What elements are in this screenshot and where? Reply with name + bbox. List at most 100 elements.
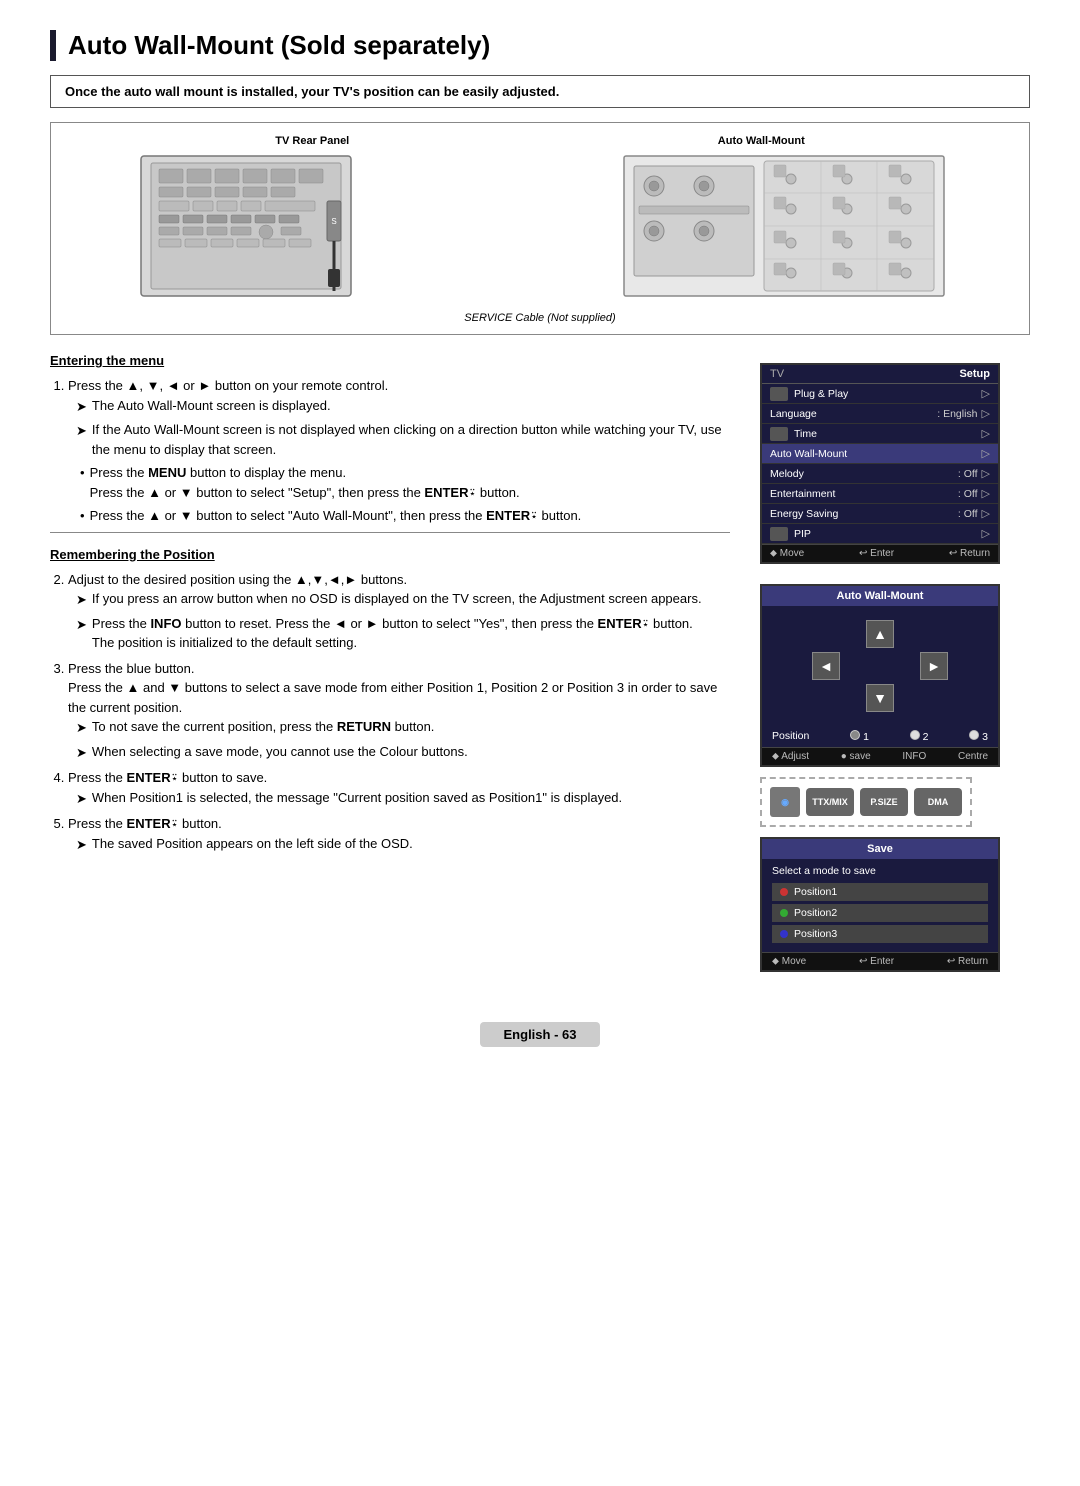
osd-value-language: : English <box>937 408 977 420</box>
arrow-symbol-5: ➤ <box>76 718 87 738</box>
step1-bullets: • Press the MENU button to display the m… <box>76 463 730 526</box>
section1-list: Press the ▲, ▼, ◄ or ► button on your re… <box>50 376 730 526</box>
osd-arrow-melody: ▷ <box>982 467 990 480</box>
main-content: Entering the menu Press the ▲, ▼, ◄ or ►… <box>50 353 1030 972</box>
osd-pos3-dot <box>969 730 979 740</box>
step4: Press the ENTER⍣ button to save. ➤ When … <box>68 768 730 808</box>
auto-wall-mount-illustration <box>619 151 949 306</box>
osd-pos3: 3 <box>969 730 988 743</box>
arrow-symbol-3: ➤ <box>76 590 87 610</box>
step3-arrow2: ➤ When selecting a save mode, you cannot… <box>76 742 730 763</box>
osd-awm-info: INFO <box>902 751 926 762</box>
osd-arrow-down-btn[interactable]: ▼ <box>866 684 894 712</box>
osd-pos1-save-dot <box>780 888 788 896</box>
osd-save-footer: ⬥ Move ↩ Enter ↩ Return <box>762 952 998 970</box>
remote-dma-btn[interactable]: DMA <box>914 788 962 816</box>
step3-arrow1-text: To not save the current position, press … <box>92 717 435 737</box>
osd-label-time: Time <box>794 428 978 440</box>
osd-row-autowallmount: Auto Wall-Mount ▷ <box>762 444 998 464</box>
osd-icon-pip <box>770 527 788 541</box>
step1-arrow1-text: The Auto Wall-Mount screen is displayed. <box>92 396 331 416</box>
osd-row-melody: Melody : Off ▷ <box>762 464 998 484</box>
osd-pos3-save-label: Position3 <box>794 928 837 940</box>
osd-save-option-3: Position3 <box>772 925 988 943</box>
diagram-labels: TV Rear Panel Auto Wall-Mount <box>71 135 1009 147</box>
arrow-symbol-7: ➤ <box>76 789 87 809</box>
page-footer: English - 63 <box>50 1012 1030 1047</box>
osd-label-energysaving: Energy Saving <box>770 508 958 520</box>
osd-awm-save: ● save <box>841 751 871 762</box>
step1-text: Press the ▲, ▼, ◄ or ► button on your re… <box>68 378 388 393</box>
osd-awm-footer: ⬥ Adjust ● save INFO Centre <box>762 747 998 765</box>
osd-arrow-time: ▷ <box>982 427 990 440</box>
osd-save-footer-return: ↩ Return <box>947 956 988 967</box>
osd-up-arrow[interactable]: ▲ <box>866 620 894 648</box>
step2-arrow2: ➤ Press the INFO button to reset. Press … <box>76 614 730 653</box>
step5-arrow1-text: The saved Position appears on the left s… <box>92 834 413 854</box>
osd-setup: TV Setup Plug & Play ▷ Language : Englis… <box>760 363 1000 564</box>
step2-text: Adjust to the desired position using the… <box>68 572 407 587</box>
osd-position-label: Position <box>772 730 809 743</box>
remote-blue-btn[interactable]: ◉ <box>770 787 800 817</box>
remote-ttxmix-btn[interactable]: TTX/MIX <box>806 788 854 816</box>
col-spacer-1 <box>760 564 1030 584</box>
step4-arrow1-text: When Position1 is selected, the message … <box>92 788 622 808</box>
osd-pos2-save-label: Position2 <box>794 907 837 919</box>
diagram-label-left: TV Rear Panel <box>275 135 349 147</box>
step2: Adjust to the desired position using the… <box>68 570 730 653</box>
osd-down-arrow[interactable]: ▼ <box>866 684 894 712</box>
diagram-label-right: Auto Wall-Mount <box>718 135 805 147</box>
osd-awm-positions: Position 1 2 3 <box>762 726 998 747</box>
step2-arrow1-text: If you press an arrow button when no OSD… <box>92 589 702 609</box>
section2-list: Adjust to the desired position using the… <box>50 570 730 855</box>
osd-save-body: Select a mode to save Position1 Position… <box>762 859 998 952</box>
osd-save-footer-move: ⬥ Move <box>772 956 806 967</box>
osd-row-plugplay: Plug & Play ▷ <box>762 384 998 404</box>
osd-pos1: 1 <box>850 730 869 743</box>
osd-save-option-1: Position1 <box>772 883 988 901</box>
page-title: Auto Wall-Mount (Sold separately) <box>68 30 1030 61</box>
step2-arrow2-text: Press the INFO button to reset. Press th… <box>92 614 693 653</box>
osd-arrow-up-btn[interactable]: ▲ <box>866 620 894 648</box>
osd-arrow-right-btn[interactable]: ► <box>920 652 948 680</box>
step3-arrow1: ➤ To not save the current position, pres… <box>76 717 730 738</box>
osd-save-subtitle: Select a mode to save <box>772 865 988 877</box>
osd-value-energysaving: : Off <box>958 508 978 520</box>
remote-dma-label: DMA <box>928 797 949 807</box>
osd-label-pip: PIP <box>794 528 978 540</box>
osd-pos2-save-dot <box>780 909 788 917</box>
osd-arrow-entertainment: ▷ <box>982 487 990 500</box>
osd-setup-footer: ⬥ Move ↩ Enter ↩ Return <box>762 544 998 562</box>
tv-rear-panel-illustration: S <box>131 151 361 306</box>
step1-arrow2: ➤ If the Auto Wall-Mount screen is not d… <box>76 420 730 459</box>
remote-psize-btn[interactable]: P.SIZE <box>860 788 908 816</box>
step3-text: Press the blue button. <box>68 661 194 676</box>
osd-arrow-left-btn[interactable]: ◄ <box>812 652 840 680</box>
osd-arrow-plugplay: ▷ <box>982 387 990 400</box>
remote-buttons-container: ◉ TTX/MIX P.SIZE DMA <box>760 777 972 827</box>
service-cable-label: SERVICE Cable (Not supplied) <box>71 312 1009 324</box>
remote-ttxmix-label: TTX/MIX <box>812 797 848 807</box>
diagram-box: TV Rear Panel Auto Wall-Mount <box>50 122 1030 335</box>
osd-label-entertainment: Entertainment <box>770 488 958 500</box>
step1-bullet1-text: Press the MENU button to display the men… <box>90 463 520 502</box>
osd-footer-return: ↩ Return <box>949 548 990 559</box>
osd-setup-label: Setup <box>880 368 990 380</box>
step2-arrow1: ➤ If you press an arrow button when no O… <box>76 589 730 610</box>
osd-value-melody: : Off <box>958 468 978 480</box>
remote-psize-label: P.SIZE <box>870 797 897 807</box>
step4-arrow1: ➤ When Position1 is selected, the messag… <box>76 788 730 809</box>
osd-awm-arrows-container: ▲ ◄ ► ▼ <box>762 606 998 726</box>
osd-footer-move: ⬥ Move <box>770 548 804 559</box>
osd-awm: Auto Wall-Mount ▲ ◄ ► ▼ Po <box>760 584 1000 767</box>
arrow-symbol-8: ➤ <box>76 835 87 855</box>
osd-value-entertainment: : Off <box>958 488 978 500</box>
right-column: TV Setup Plug & Play ▷ Language : Englis… <box>760 353 1030 972</box>
section1-heading: Entering the menu <box>50 353 730 368</box>
osd-awm-header: Auto Wall-Mount <box>762 586 998 606</box>
osd-pos1-save-label: Position1 <box>794 886 837 898</box>
svg-text:S: S <box>331 217 336 226</box>
step1-arrow1: ➤ The Auto Wall-Mount screen is displaye… <box>76 396 730 417</box>
diagram-svg: S <box>71 151 1009 306</box>
step1-bullet2-text: Press the ▲ or ▼ button to select "Auto … <box>90 506 582 526</box>
